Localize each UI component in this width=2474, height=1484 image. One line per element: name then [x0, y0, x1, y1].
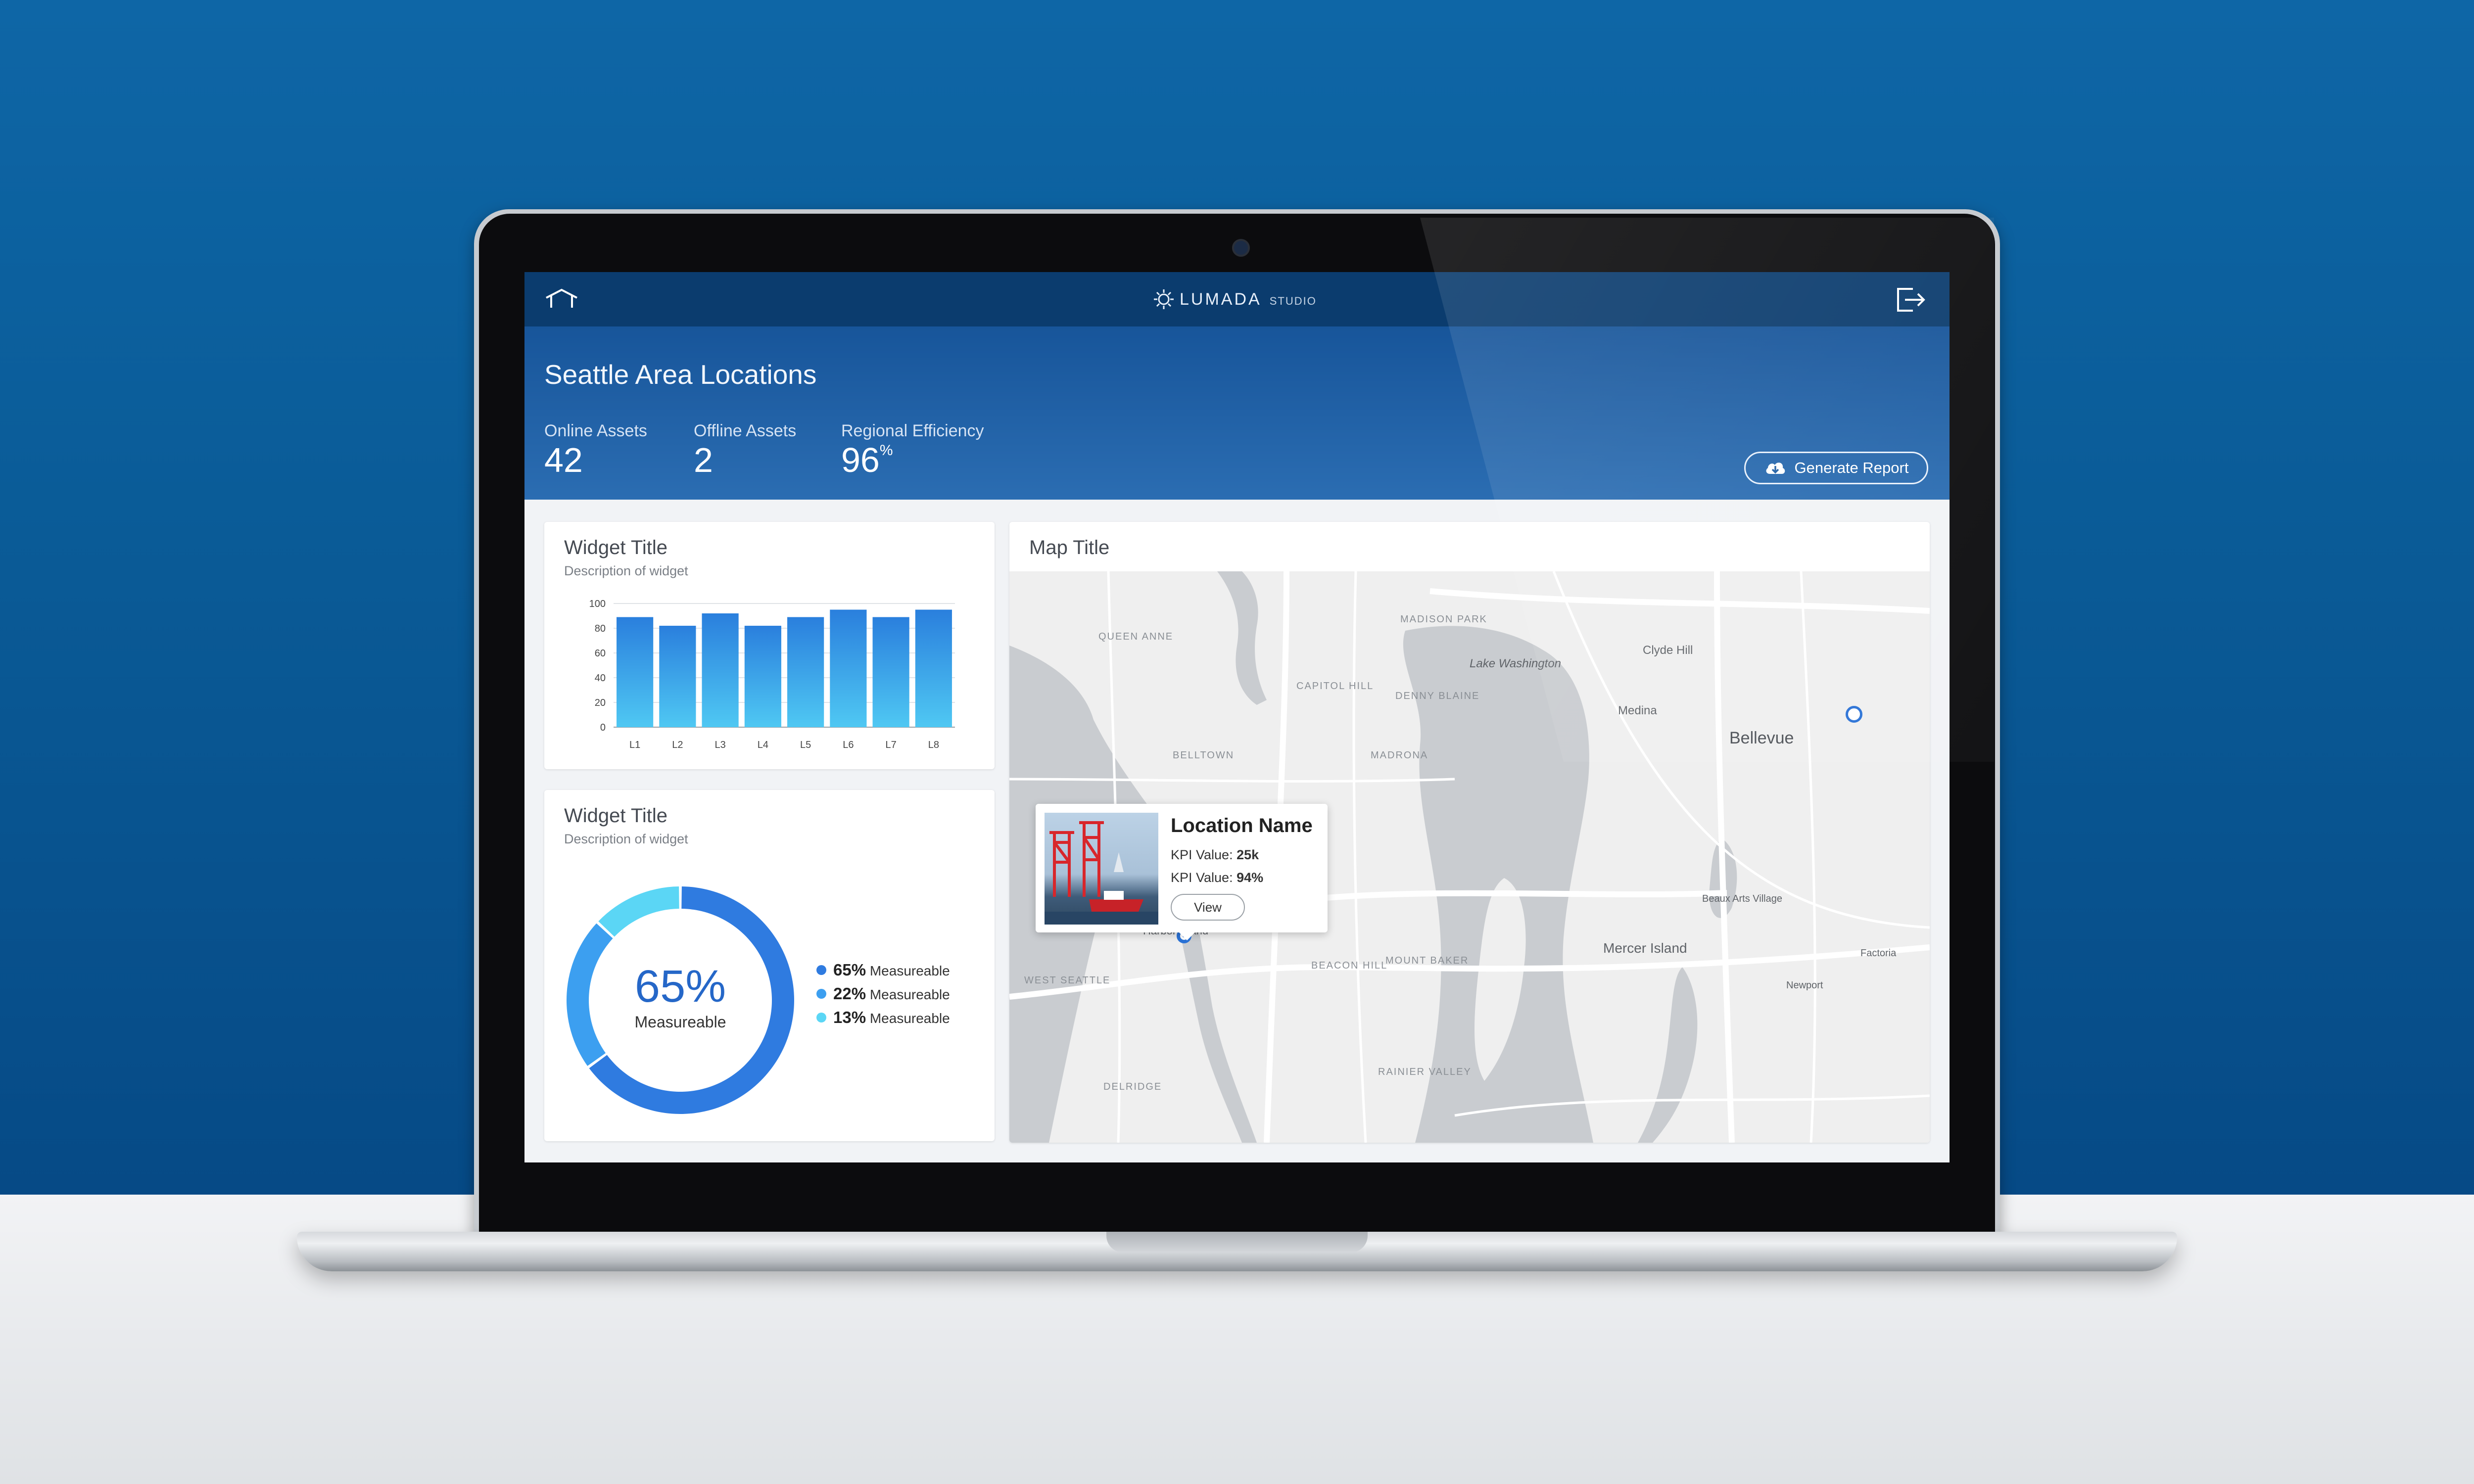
- kpi-value: 42: [544, 441, 583, 479]
- widget-title: Widget Title: [564, 805, 667, 827]
- map-label: Factoria: [1860, 948, 1897, 959]
- donut-center-value: 65%: [635, 961, 726, 1012]
- kpi-offline-assets: Offline Assets 2: [694, 421, 796, 479]
- widget-description: Description of widget: [564, 832, 688, 846]
- x-tick-label: L5: [800, 740, 811, 750]
- app-logo: LUMADA STUDIO: [1153, 287, 1317, 312]
- x-tick-label: L4: [758, 740, 768, 750]
- map-label: Beaux Arts Village: [1702, 893, 1782, 904]
- brand-sub: STUDIO: [1269, 295, 1317, 307]
- generate-report-label: Generate Report: [1794, 459, 1909, 476]
- bar-widget: Widget Title Description of widget 0 20 40…: [544, 522, 995, 769]
- bar[interactable]: [702, 613, 739, 727]
- bar[interactable]: [659, 626, 696, 727]
- map-label: MADRONA: [1371, 750, 1428, 761]
- cloud-download-icon: [1766, 463, 1785, 474]
- x-tick-label: L6: [843, 740, 854, 750]
- map-label: MOUNT BAKER: [1385, 955, 1469, 966]
- donut-legend: 65% Measureable 22% Measureable 13% Meas…: [816, 958, 950, 1029]
- map-label: Medina: [1618, 704, 1657, 717]
- map-widget: Map Title QUEEN ANNE CAPITOL HILL MADISO…: [1009, 522, 1930, 1143]
- bar[interactable]: [915, 609, 952, 728]
- popup-kpi-1: KPI Value: 25k: [1171, 847, 1259, 862]
- bar[interactable]: [744, 626, 781, 727]
- app-screen: LUMADA STUDIO Seattle Area Locations Onl…: [524, 272, 1950, 1162]
- donut-slice[interactable]: [567, 923, 613, 1066]
- map-label: Clyde Hill: [1643, 644, 1693, 657]
- widget-title: Widget Title: [564, 537, 667, 558]
- legend-dot: [816, 1013, 826, 1022]
- kpi-label: Regional Efficiency: [841, 421, 984, 440]
- y-tick-label: 60: [595, 648, 606, 659]
- view-button[interactable]: View: [1171, 894, 1245, 921]
- y-tick-label: 80: [595, 623, 606, 634]
- location-popup: Location Name KPI Value: 25k KPI Value: …: [1036, 804, 1328, 940]
- kpi-label: Online Assets: [544, 421, 647, 440]
- donut-slice[interactable]: [598, 886, 679, 937]
- y-tick-label: 0: [600, 722, 606, 733]
- camera-icon: [1232, 239, 1250, 257]
- legend-item: 13% Measureable: [816, 1006, 950, 1029]
- logout-icon[interactable]: [1895, 286, 1928, 316]
- donut-chart: 65% Measureable: [567, 886, 794, 1114]
- kpi-online-assets: Online Assets 42: [544, 421, 647, 479]
- map-marker[interactable]: [1846, 706, 1862, 723]
- map-label: Newport: [1786, 980, 1823, 991]
- map-label: CAPITOL HILL: [1296, 681, 1374, 692]
- location-image: [1045, 813, 1158, 925]
- map-canvas[interactable]: QUEEN ANNE CAPITOL HILL MADISON PARK DEN…: [1009, 571, 1930, 1143]
- legend-item: 22% Measureable: [816, 982, 950, 1006]
- legend-dot: [816, 965, 826, 975]
- popup-kpi-2: KPI Value: 94%: [1171, 870, 1264, 885]
- x-tick-label: L1: [629, 740, 640, 750]
- bar-chart: 0 20 40 60 80 100 L1 L2 L3 L4 L5 L6 L7 L8: [589, 599, 955, 750]
- page-header: Seattle Area Locations Online Assets 42 …: [524, 326, 1950, 500]
- x-tick-label: L3: [715, 740, 726, 750]
- map-label: BELLTOWN: [1173, 750, 1235, 761]
- popup-location-name: Location Name: [1171, 815, 1313, 836]
- map-label: WEST SEATTLE: [1024, 975, 1111, 986]
- bar[interactable]: [617, 617, 654, 728]
- bar[interactable]: [830, 609, 867, 728]
- map-title: Map Title: [1029, 537, 1110, 558]
- legend-item: 65% Measureable: [816, 958, 950, 982]
- map-label: Lake Washington: [1470, 657, 1562, 670]
- donut-widget: Widget Title Description of widget 65% M…: [544, 790, 995, 1141]
- donut-center-label: Measureable: [635, 1013, 726, 1031]
- y-tick-label: 20: [595, 697, 606, 708]
- map-label: Bellevue: [1729, 729, 1794, 747]
- bar[interactable]: [787, 617, 824, 728]
- generate-report-button[interactable]: Generate Report: [1744, 452, 1928, 484]
- kpi-value: 2: [694, 441, 713, 479]
- map-label: RAINIER VALLEY: [1378, 1067, 1472, 1077]
- map-label: Mercer Island: [1603, 940, 1687, 956]
- home-icon[interactable]: [544, 287, 579, 314]
- x-tick-label: L2: [672, 740, 683, 750]
- widget-description: Description of widget: [564, 563, 688, 578]
- page-title: Seattle Area Locations: [544, 359, 817, 390]
- x-tick-label: L8: [928, 740, 939, 750]
- map-label: DENNY BLAINE: [1395, 691, 1480, 701]
- kpi-label: Offline Assets: [694, 421, 797, 440]
- map-label: QUEEN ANNE: [1098, 631, 1174, 642]
- bar[interactable]: [872, 617, 909, 728]
- map-label: BEACON HILL: [1311, 960, 1388, 971]
- brand-name: LUMADA: [1180, 289, 1262, 309]
- x-tick-label: L7: [886, 740, 897, 750]
- kpi-regional-efficiency: Regional Efficiency 96%: [841, 421, 984, 479]
- map-label: DELRIDGE: [1103, 1081, 1162, 1092]
- map-label: MADISON PARK: [1400, 614, 1487, 625]
- legend-dot: [816, 989, 826, 999]
- top-bar: LUMADA STUDIO: [524, 272, 1950, 326]
- logo-icon: [1154, 289, 1174, 309]
- y-tick-label: 100: [589, 599, 606, 609]
- kpi-value: 96%: [841, 441, 893, 479]
- laptop-notch: [1106, 1232, 1368, 1252]
- y-tick-label: 40: [595, 673, 606, 684]
